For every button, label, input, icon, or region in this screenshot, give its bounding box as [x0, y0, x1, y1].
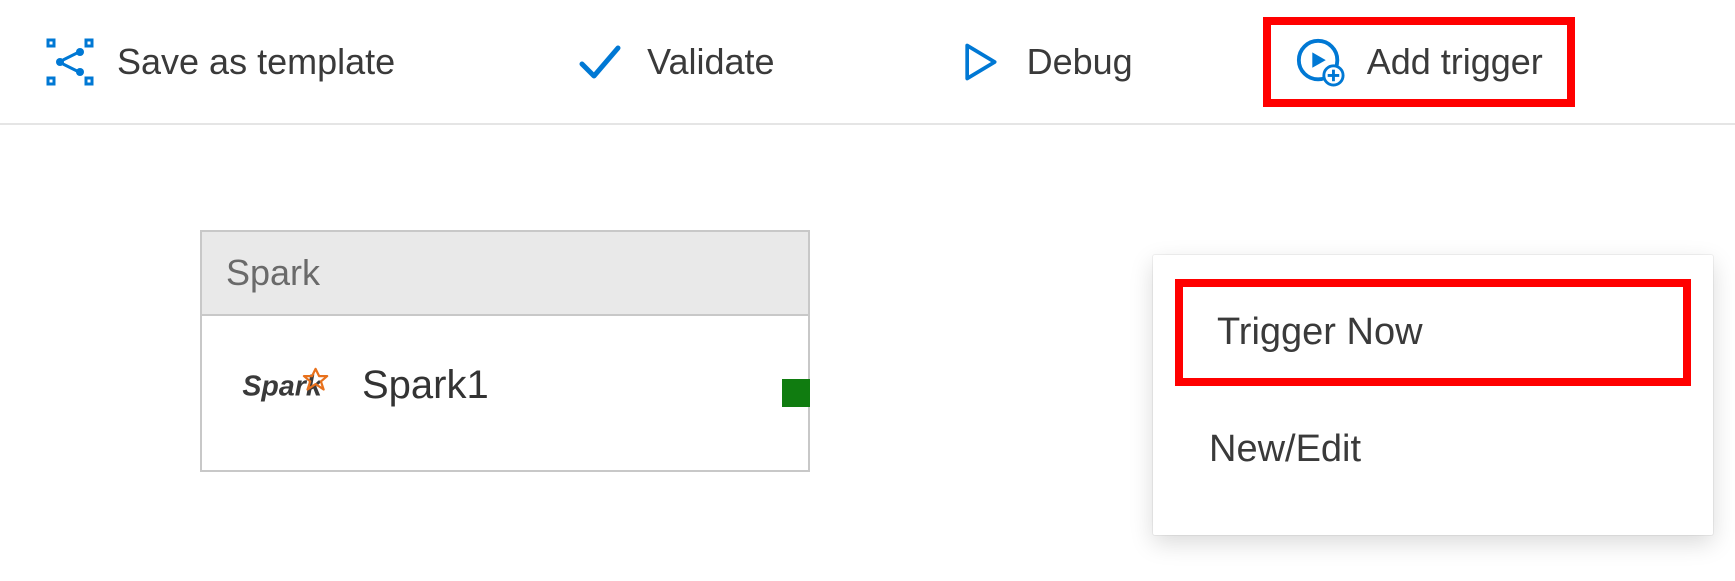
clock-plus-icon	[1295, 37, 1345, 87]
activity-output-handle[interactable]	[782, 379, 810, 407]
debug-button[interactable]: Debug	[935, 27, 1153, 97]
menu-item-trigger-now[interactable]: Trigger Now	[1175, 279, 1691, 386]
checkmark-icon	[575, 37, 625, 87]
validate-label: Validate	[647, 41, 774, 83]
validate-button[interactable]: Validate	[555, 27, 794, 97]
template-icon	[45, 37, 95, 87]
spark-icon: Spark	[242, 360, 332, 410]
save-as-template-button[interactable]: Save as template	[25, 27, 415, 97]
menu-item-label: Trigger Now	[1217, 311, 1423, 353]
debug-label: Debug	[1027, 41, 1133, 83]
add-trigger-dropdown: Trigger Now New/Edit	[1153, 255, 1713, 535]
spark-activity-card[interactable]: Spark Spark Spark1	[200, 230, 810, 472]
menu-item-label: New/Edit	[1209, 428, 1361, 470]
activity-name: Spark1	[362, 363, 489, 408]
pipeline-canvas[interactable]: Spark Spark Spark1 Trigger Now New/Edit	[0, 125, 1735, 581]
activity-body: Spark Spark1	[202, 316, 808, 470]
save-as-template-label: Save as template	[117, 41, 395, 83]
menu-item-new-edit[interactable]: New/Edit	[1175, 404, 1691, 495]
add-trigger-label: Add trigger	[1367, 41, 1543, 83]
play-icon	[955, 37, 1005, 87]
toolbar: Save as template Validate Debug	[0, 0, 1735, 125]
activity-type-label: Spark	[202, 232, 808, 316]
add-trigger-button[interactable]: Add trigger	[1263, 17, 1575, 107]
